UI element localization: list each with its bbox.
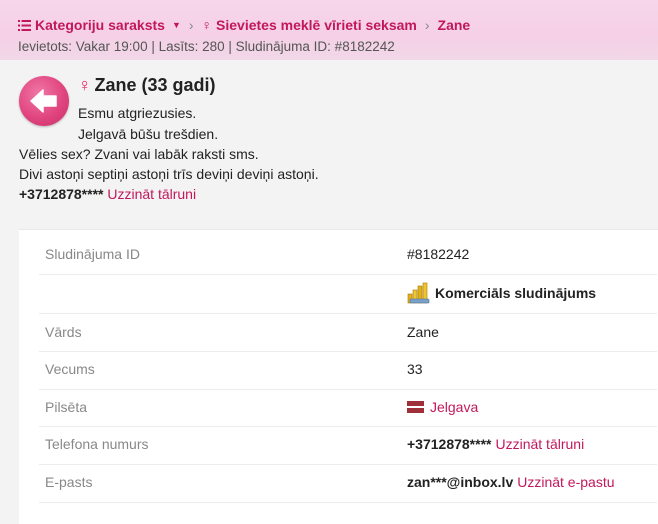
detail-value: #8182242	[407, 246, 470, 262]
list-icon	[18, 19, 31, 31]
detail-row-id: Sludinājuma ID #8182242	[39, 230, 657, 275]
detail-row-commercial: Komerciāls sludinājums	[39, 274, 657, 314]
detail-label: Pilsēta	[45, 399, 88, 415]
description-line: Esmu atgriezusies.	[78, 105, 197, 121]
details-card: Sludinājuma ID #8182242 Komerciāls sludi…	[19, 229, 658, 524]
detail-label: Vecums	[45, 361, 95, 377]
description-line: Jelgavā būšu trešdien.	[78, 126, 219, 142]
female-icon: ♀	[201, 17, 213, 33]
email-masked: zan***@inbox.lv	[407, 474, 514, 490]
breadcrumb-section-link[interactable]: ♀ Sievietes meklē vīrieti seksam	[202, 17, 417, 33]
category-list-label: Kategoriju saraksts	[35, 17, 165, 33]
detail-value: 33	[407, 361, 423, 377]
detail-value: +3712878**** Uzzināt tālruni	[407, 436, 584, 452]
detail-value: zan***@inbox.lv Uzzināt e-pastu	[407, 474, 615, 490]
description-line: Divi astoņi septiņi astoņi trīs deviņi d…	[19, 166, 319, 182]
detail-value: Zane	[407, 324, 439, 340]
description-line: Vēlies sex? Zvani vai labāk raksti sms.	[19, 146, 259, 162]
breadcrumb-section-label: Sievietes meklē vīrieti seksam	[216, 17, 417, 33]
listing-meta: Ievietots: Vakar 19:00 | Lasīts: 280 | S…	[18, 39, 395, 54]
commercial-label: Komerciāls sludinājums	[435, 285, 597, 301]
listing-title: ♀ Zane (33 gadi)	[78, 75, 216, 96]
phone-masked: +3712878****	[407, 436, 492, 452]
phone-masked: +3712878****	[19, 186, 104, 202]
detail-label: E-pasts	[45, 474, 93, 490]
caret-down-icon: ▼	[171, 20, 181, 30]
city-link[interactable]: Jelgava	[430, 399, 478, 415]
detail-row-email: E-pasts zan***@inbox.lv Uzzināt e-pastu	[39, 464, 657, 503]
coins-chart-icon	[407, 282, 430, 304]
latvia-flag-icon	[407, 401, 424, 413]
detail-label: Sludinājuma ID	[45, 246, 140, 262]
chevron-right-icon: ›	[188, 17, 194, 33]
breadcrumb-current: Zane	[437, 17, 471, 33]
detail-label: Telefona numurs	[45, 436, 149, 452]
phone-line: +3712878**** Uzzināt tālruni	[19, 186, 196, 202]
chevron-right-icon: ›	[424, 17, 430, 33]
reveal-phone-link[interactable]: Uzzināt tālruni	[107, 186, 196, 202]
detail-value: Jelgava	[407, 399, 478, 415]
reveal-phone-link[interactable]: Uzzināt tālruni	[495, 436, 584, 452]
detail-row-age: Vecums 33	[39, 351, 657, 390]
back-button[interactable]	[19, 76, 69, 126]
category-list-menu[interactable]: Kategoriju saraksts ▼	[18, 17, 181, 33]
detail-row-name: Vārds Zane	[39, 313, 657, 352]
reveal-email-link[interactable]: Uzzināt e-pastu	[517, 474, 614, 490]
female-icon: ♀	[78, 75, 92, 95]
commercial-badge: Komerciāls sludinājums	[407, 282, 596, 304]
detail-row-phone: Telefona numurs +3712878**** Uzzināt tāl…	[39, 426, 657, 465]
listing-title-text: Zane (33 gadi)	[94, 75, 216, 95]
detail-label: Vārds	[45, 324, 82, 340]
detail-row-city: Pilsēta Jelgava	[39, 389, 657, 427]
arrow-left-icon	[30, 89, 57, 113]
breadcrumb: Kategoriju saraksts ▼ › ♀ Sievietes mekl…	[18, 15, 470, 35]
